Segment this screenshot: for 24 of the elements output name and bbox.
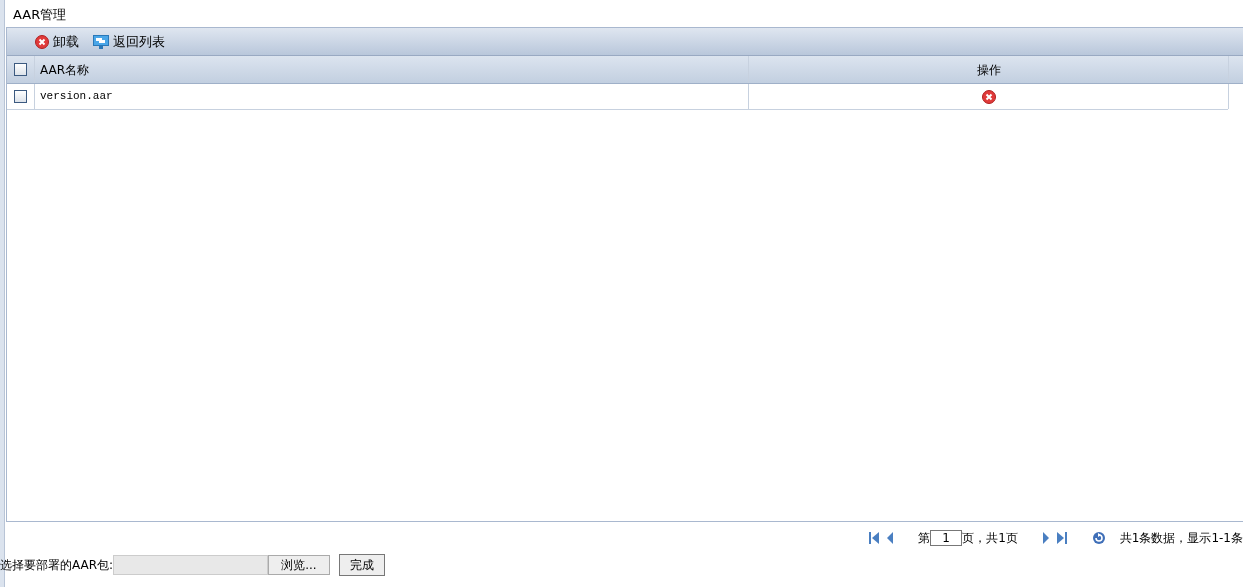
browse-button[interactable]: 浏览... bbox=[268, 555, 330, 575]
finish-button[interactable]: 完成 bbox=[338, 554, 385, 576]
previous-page-icon[interactable] bbox=[886, 531, 895, 545]
delete-icon[interactable] bbox=[981, 89, 996, 104]
select-all-checkbox[interactable] bbox=[14, 63, 27, 76]
monitor-icon bbox=[93, 34, 109, 49]
page-label: 第 bbox=[918, 530, 931, 547]
last-page-icon[interactable] bbox=[1055, 531, 1068, 545]
record-summary: 共1条数据，显示1-1条 bbox=[1119, 530, 1243, 547]
uninstall-button[interactable]: 卸载 bbox=[35, 31, 79, 52]
first-page-icon[interactable] bbox=[868, 531, 881, 545]
back-to-list-button[interactable]: 返回列表 bbox=[93, 31, 165, 52]
delete-icon bbox=[35, 34, 49, 49]
refresh-icon[interactable] bbox=[1091, 531, 1106, 545]
column-header: AAR名称 bbox=[40, 61, 90, 79]
column-header: 操作 bbox=[976, 61, 1001, 79]
table-cell-text: version.aar bbox=[40, 89, 113, 105]
file-path-field[interactable] bbox=[113, 555, 269, 575]
upload-label: 选择要部署的AAR包: bbox=[0, 557, 114, 574]
row-checkbox[interactable] bbox=[14, 90, 27, 103]
page-count: 页，共1页 bbox=[962, 530, 1018, 547]
next-page-icon[interactable] bbox=[1041, 531, 1050, 545]
page-input[interactable]: 1 bbox=[930, 530, 963, 546]
page-title: AAR管理 bbox=[12, 6, 68, 24]
